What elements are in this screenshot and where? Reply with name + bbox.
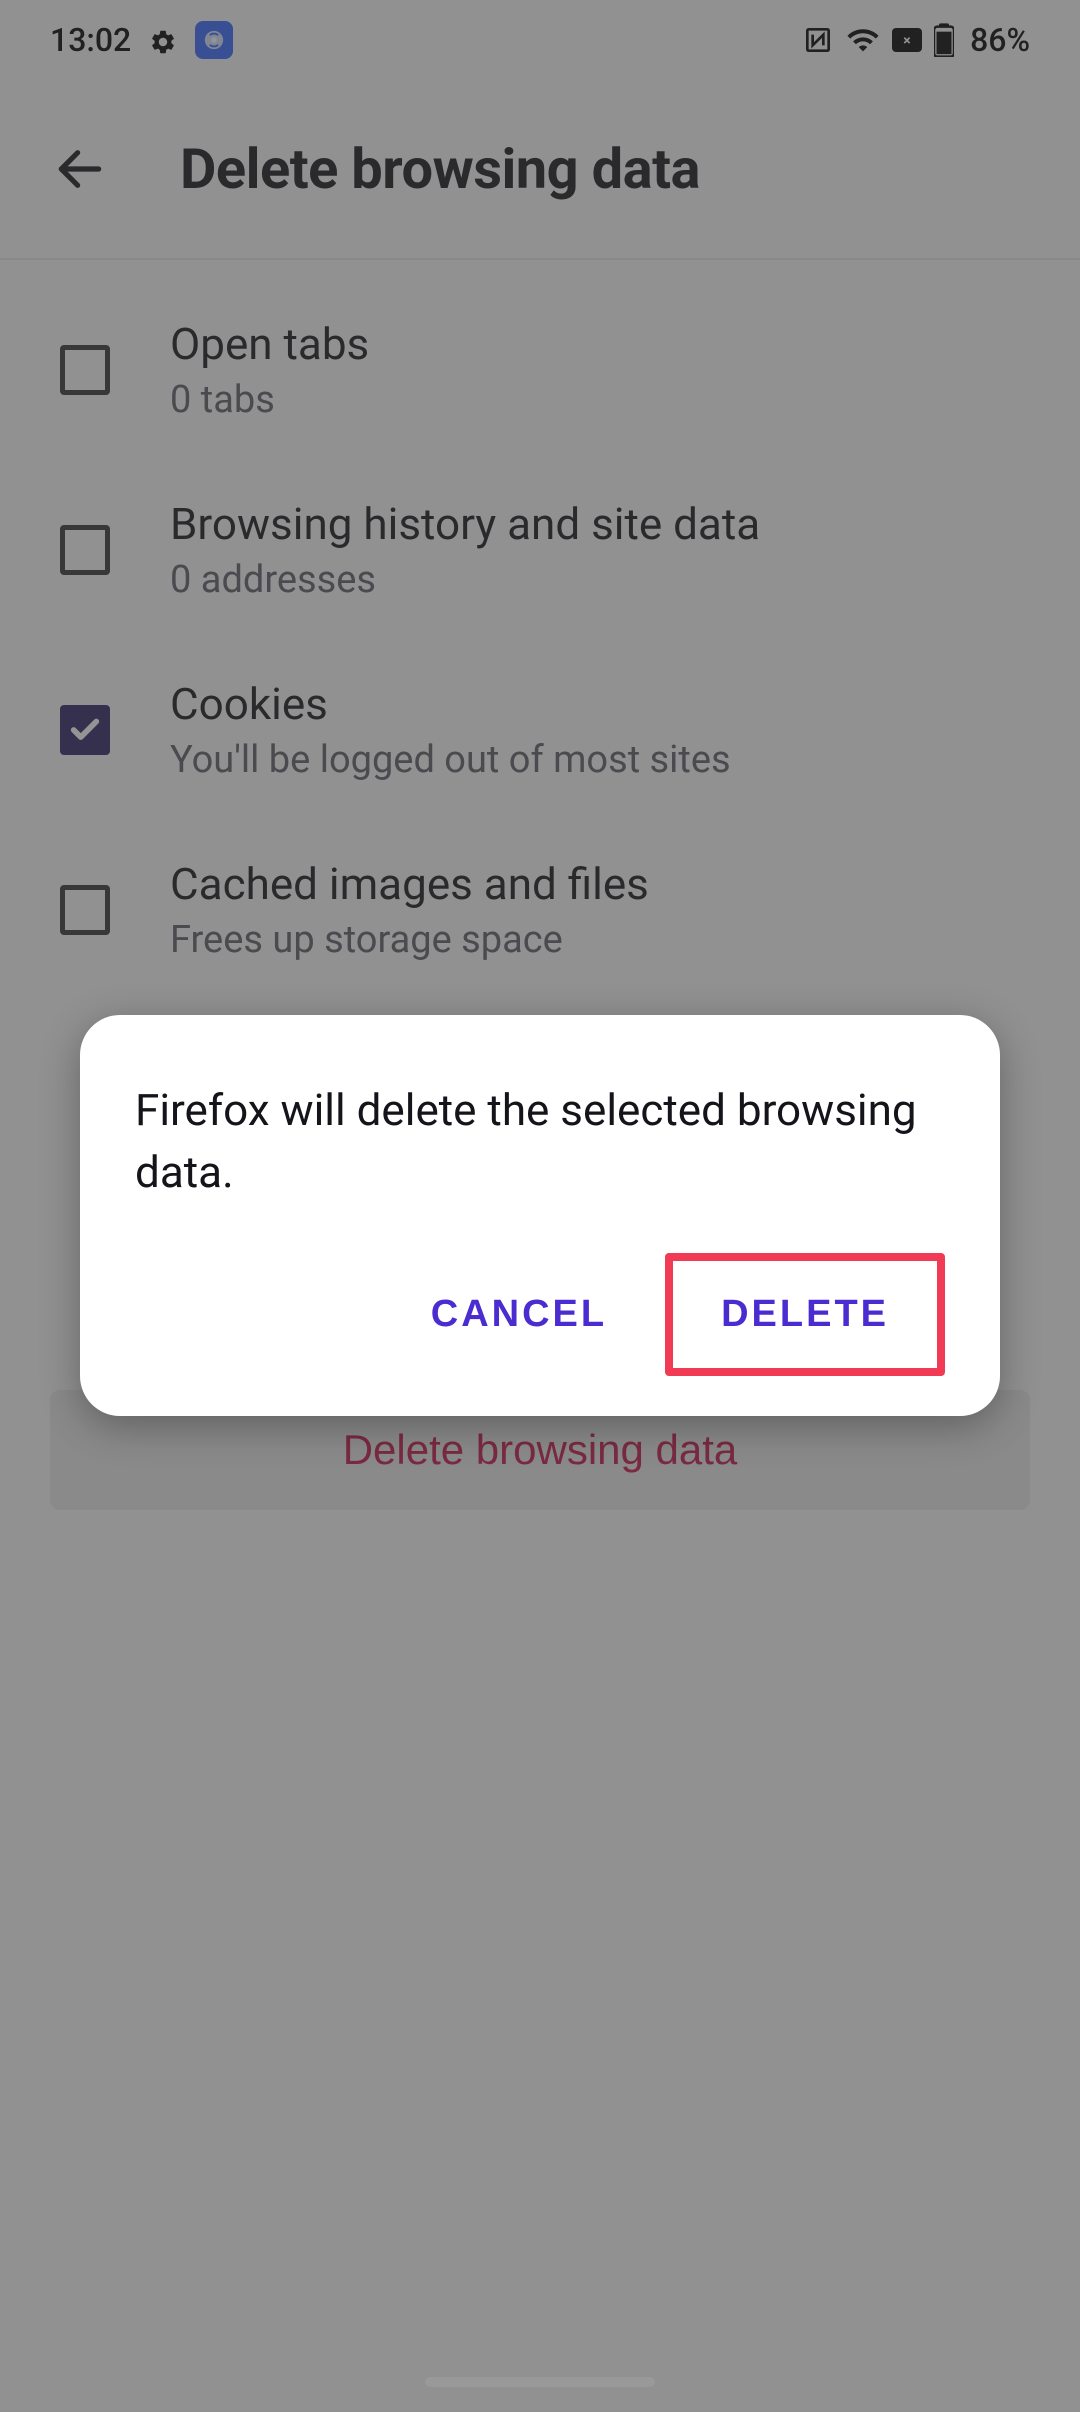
dialog-actions: CANCEL DELETE bbox=[135, 1253, 945, 1376]
dialog-message: Firefox will delete the selected browsin… bbox=[135, 1080, 945, 1203]
delete-highlight-annotation: DELETE bbox=[665, 1253, 945, 1376]
home-indicator[interactable] bbox=[425, 2377, 655, 2387]
delete-confirm-button[interactable]: DELETE bbox=[693, 1273, 917, 1356]
cancel-button[interactable]: CANCEL bbox=[403, 1273, 635, 1356]
confirm-dialog: Firefox will delete the selected browsin… bbox=[80, 1015, 1000, 1416]
